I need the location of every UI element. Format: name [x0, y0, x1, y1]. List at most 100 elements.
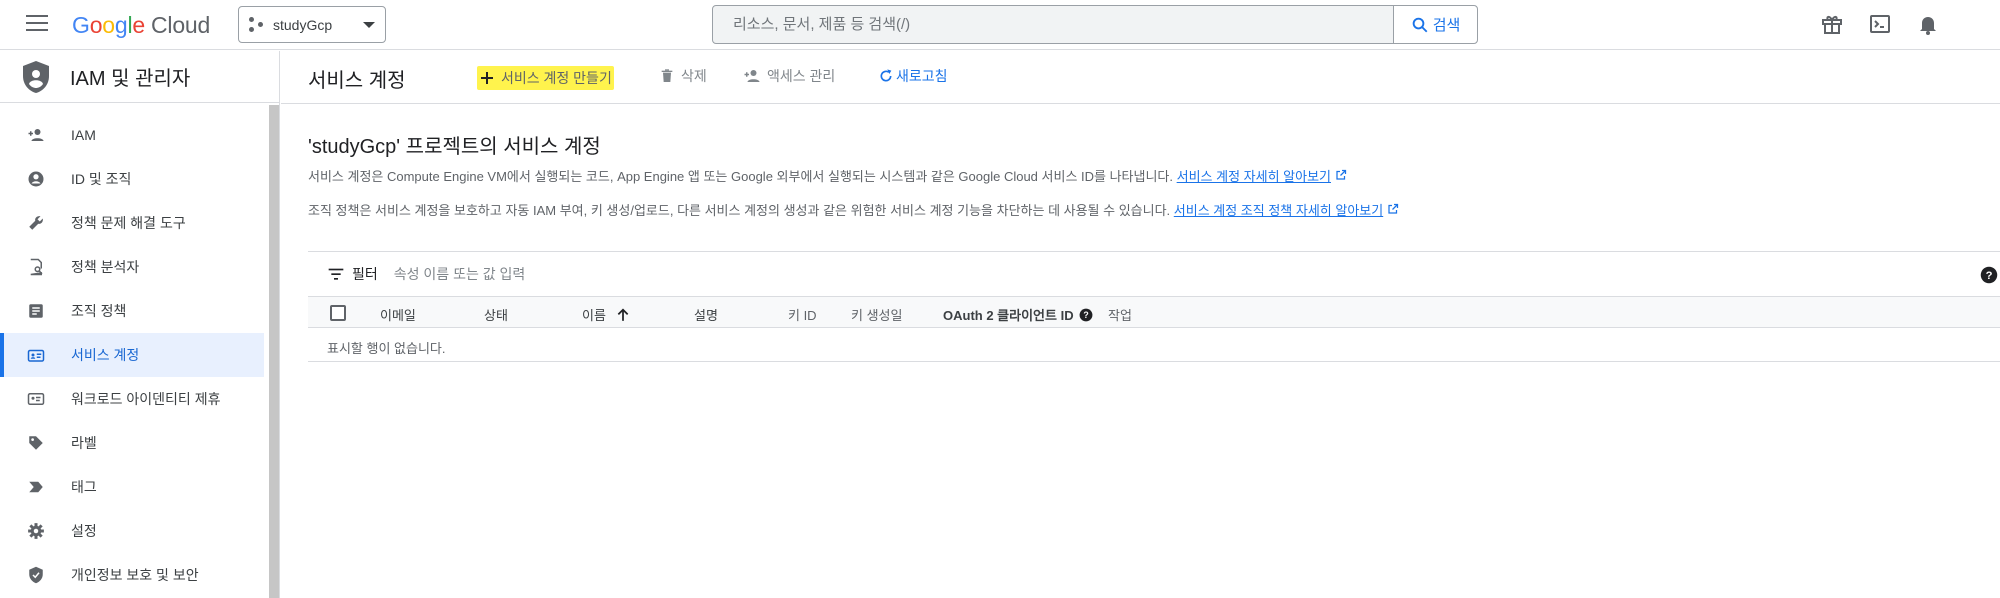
service-account-icon: [27, 349, 45, 362]
refresh-button-label: 새로고침: [896, 68, 948, 84]
logo-cloud: Cloud: [151, 12, 211, 38]
search-bar: 검색: [712, 5, 1478, 44]
select-all-checkbox[interactable]: [330, 305, 346, 321]
org-policy-learn-more-link[interactable]: 서비스 계정 조직 정책 자세히 알아보기: [1174, 203, 1383, 218]
create-service-account-button[interactable]: 서비스 계정 만들기: [477, 66, 614, 90]
google-cloud-logo[interactable]: Google Cloud: [72, 12, 210, 39]
column-name-sort[interactable]: 이름: [582, 305, 630, 324]
arrow-up-icon: [617, 308, 629, 321]
sidebar-item-label: 태그: [71, 479, 97, 495]
manage-access-label: 액세스 관리: [767, 68, 836, 84]
table-header: 이메일 상태 이름 설명 키 ID 키 생성일 OAuth 2 클라이언트 ID…: [308, 296, 2000, 328]
chevron-down-icon: [363, 21, 375, 28]
table-empty-row: 표시할 행이 없습니다.: [308, 329, 2000, 362]
sidebar-title: IAM 및 관리자: [70, 68, 191, 90]
learn-more-link[interactable]: 서비스 계정 자세히 알아보기: [1177, 169, 1331, 184]
description-service-accounts: 서비스 계정은 Compute Engine VM에서 실행되는 코드, App…: [308, 166, 1347, 185]
sidebar-item-label: ID 및 조직: [71, 171, 132, 187]
sidebar-item-label: IAM: [71, 127, 96, 143]
filter-bar: 필터 ?: [308, 251, 2000, 296]
description-text: 서비스 계정은 Compute Engine VM에서 실행되는 코드, App…: [308, 169, 1174, 184]
filter-icon: [328, 268, 344, 280]
filter-input[interactable]: [393, 266, 794, 282]
search-button[interactable]: 검색: [1393, 6, 1477, 43]
column-oauth-client-id: OAuth 2 클라이언트 ID ?: [943, 305, 1093, 324]
bell-icon[interactable]: [1916, 12, 1940, 36]
description-org-policies: 조직 정책은 서비스 계정을 보호하고 자동 IAM 부여, 키 생성/업로드,…: [308, 200, 1399, 219]
sidebar-item-label: 정책 문제 해결 도구: [71, 215, 186, 231]
gear-icon: [28, 523, 44, 539]
top-bar: GoogleCloud studyGcp 검색: [0, 0, 2000, 50]
sidebar-item-policy-troubleshooter[interactable]: 정책 문제 해결 도구: [0, 201, 264, 245]
svg-text:?: ?: [1986, 270, 1993, 282]
manage-access-button[interactable]: 액세스 관리: [743, 66, 835, 86]
refresh-button[interactable]: 새로고침: [878, 66, 948, 86]
column-status[interactable]: 상태: [484, 305, 508, 324]
help-icon[interactable]: ?: [1980, 266, 1998, 284]
description-text: 조직 정책은 서비스 계정을 보호하고 자동 IAM 부여, 키 생성/업로드,…: [308, 203, 1171, 218]
refresh-icon: [880, 69, 892, 82]
id-card-icon: [27, 393, 45, 405]
search-icon: [1412, 17, 1428, 32]
filter-label: 필터: [352, 266, 378, 282]
terminal-icon[interactable]: [1868, 12, 1892, 36]
sidebar-item-workload-identity[interactable]: 워크로드 아이덴티티 제휴: [0, 377, 264, 421]
sidebar-item-label: 서비스 계정: [71, 347, 140, 363]
external-link-icon: [1336, 169, 1346, 180]
column-key-id: 키 ID: [788, 308, 817, 323]
section-title: 'studyGcp' 프로젝트의 서비스 계정: [308, 136, 601, 158]
account-circle-icon: [28, 171, 44, 187]
create-button-label: 서비스 계정 만들기: [501, 70, 612, 86]
trash-icon: [661, 69, 673, 82]
sidebar-item-labels[interactable]: 라벨: [0, 421, 264, 465]
sidebar-item-privacy-security[interactable]: 개인정보 보호 및 보안: [0, 553, 264, 597]
delete-button-label: 삭제: [681, 68, 707, 84]
sidebar-item-label: 정책 분석자: [71, 259, 140, 275]
column-description[interactable]: 설명: [694, 305, 718, 324]
sidebar-item-policy-analyzer[interactable]: 정책 분석자: [0, 245, 264, 289]
label-icon: [29, 436, 43, 450]
sidebar-item-label: 설정: [71, 523, 97, 539]
tag-arrow-icon: [29, 481, 43, 493]
article-icon: [29, 304, 43, 318]
column-oauth-label: OAuth 2 클라이언트 ID: [943, 308, 1074, 323]
column-actions: 작업: [1108, 308, 1132, 323]
column-name: 이름: [582, 308, 606, 323]
search-button-label: 검색: [1432, 17, 1461, 34]
main-content: 서비스 계정 서비스 계정 만들기 삭제 액세스 관리 새로고침 'studyG…: [281, 51, 2000, 598]
policy-analyzer-icon: [30, 258, 43, 276]
sidebar-item-tags[interactable]: 태그: [0, 465, 264, 509]
sidebar-item-settings[interactable]: 설정: [0, 509, 264, 553]
gift-icon[interactable]: [1820, 12, 1844, 36]
menu-icon[interactable]: [26, 15, 48, 33]
help-icon[interactable]: ?: [1079, 308, 1093, 322]
sidebar-item-service-accounts[interactable]: 서비스 계정: [0, 333, 264, 377]
sidebar-item-identity[interactable]: ID 및 조직: [0, 157, 264, 201]
column-key-created: 키 생성일: [851, 308, 903, 323]
svg-text:?: ?: [1083, 309, 1088, 319]
column-email[interactable]: 이메일: [380, 305, 416, 324]
filter-button[interactable]: 필터: [328, 264, 378, 284]
person-add-icon: [28, 129, 44, 141]
logo-google: Google: [72, 12, 145, 38]
page-title: 서비스 계정: [308, 70, 406, 92]
shield-icon: [29, 566, 43, 584]
empty-message: 표시할 행이 없습니다.: [327, 341, 446, 356]
external-link-icon: [1388, 203, 1398, 214]
person-add-icon: [744, 70, 760, 82]
sidebar-item-label: 조직 정책: [71, 303, 127, 319]
project-name: studyGcp: [273, 16, 333, 33]
shield-icon: [23, 60, 49, 93]
sidebar-item-label: 개인정보 보호 및 보안: [71, 567, 199, 583]
sidebar-scrollbar[interactable]: [269, 105, 279, 598]
project-picker[interactable]: studyGcp: [238, 6, 386, 43]
sidebar-item-label: 워크로드 아이덴티티 제휴: [71, 391, 221, 407]
wrench-icon: [29, 216, 43, 230]
project-dots-icon: [249, 16, 265, 33]
search-input[interactable]: [713, 6, 1393, 43]
sidebar-item-iam[interactable]: IAM: [0, 113, 264, 157]
sidebar-item-org-policies[interactable]: 조직 정책: [0, 289, 264, 333]
sidebar-header: IAM 및 관리자: [0, 51, 279, 103]
sidebar-item-label: 라벨: [71, 435, 97, 451]
delete-button[interactable]: 삭제: [659, 66, 707, 86]
